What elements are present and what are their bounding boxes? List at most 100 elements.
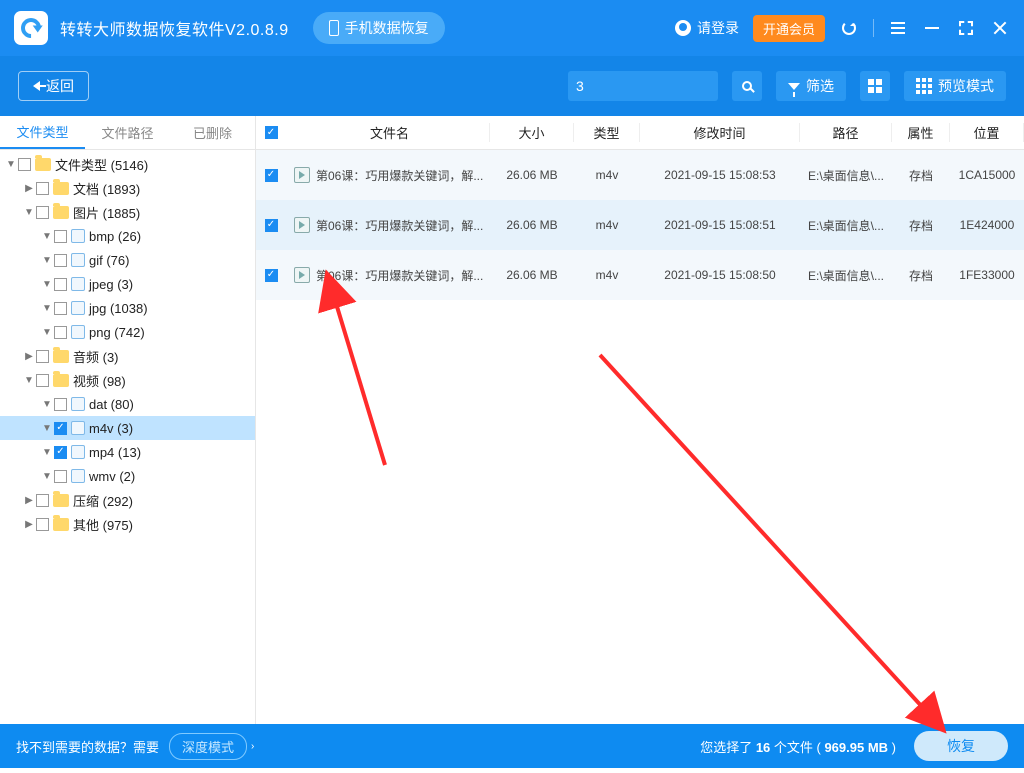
layout-toggle-button[interactable] bbox=[860, 71, 890, 101]
refresh-icon[interactable] bbox=[839, 18, 859, 38]
login-button[interactable]: 请登录 bbox=[675, 18, 739, 38]
tree-node-m4v[interactable]: ▼m4v (3) bbox=[0, 416, 255, 440]
filetype-icon bbox=[71, 301, 85, 315]
chevron-right-icon: › bbox=[251, 741, 254, 752]
phone-icon bbox=[329, 20, 339, 36]
tree-checkbox[interactable] bbox=[36, 206, 49, 219]
select-all-checkbox[interactable] bbox=[265, 126, 278, 139]
tree-node-jpeg[interactable]: ▼jpeg (3) bbox=[0, 272, 255, 296]
cell-pos: 1E424000 bbox=[950, 218, 1024, 232]
maximize-icon[interactable] bbox=[956, 18, 976, 38]
login-label: 请登录 bbox=[697, 18, 739, 38]
table-header: 文件名 大小 类型 修改时间 路径 属性 位置 bbox=[256, 116, 1024, 150]
preview-mode-button[interactable]: 预览模式 bbox=[904, 71, 1006, 101]
row-checkbox[interactable] bbox=[265, 219, 278, 232]
filetype-icon bbox=[71, 277, 85, 291]
filetype-icon bbox=[71, 469, 85, 483]
search-button[interactable] bbox=[732, 71, 762, 101]
tree-checkbox[interactable] bbox=[54, 398, 67, 411]
table-row[interactable]: 第06课：巧用爆款关键词，解...26.06 MBm4v2021-09-15 1… bbox=[256, 250, 1024, 300]
col-type[interactable]: 类型 bbox=[574, 123, 640, 142]
tree-node-png[interactable]: ▼png (742) bbox=[0, 320, 255, 344]
tree-checkbox[interactable] bbox=[36, 374, 49, 387]
folder-icon bbox=[53, 182, 69, 195]
recover-button[interactable]: 恢复 bbox=[914, 731, 1008, 761]
phone-recovery-button[interactable]: 手机数据恢复 bbox=[313, 12, 445, 44]
tree-node-dat[interactable]: ▼dat (80) bbox=[0, 392, 255, 416]
tree-checkbox[interactable] bbox=[36, 182, 49, 195]
tree-checkbox[interactable] bbox=[54, 230, 67, 243]
tree-node-other[interactable]: ▶其他 (975) bbox=[0, 512, 255, 536]
table-row[interactable]: 第06课：巧用爆款关键词，解...26.06 MBm4v2021-09-15 1… bbox=[256, 150, 1024, 200]
tree-node-archive[interactable]: ▶压缩 (292) bbox=[0, 488, 255, 512]
row-checkbox[interactable] bbox=[265, 269, 278, 282]
tree-label: jpg (1038) bbox=[89, 301, 148, 316]
col-attr[interactable]: 属性 bbox=[892, 123, 950, 142]
tree-node-bmp[interactable]: ▼bmp (26) bbox=[0, 224, 255, 248]
col-mtime[interactable]: 修改时间 bbox=[640, 123, 800, 142]
tree-checkbox[interactable] bbox=[54, 278, 67, 291]
tree-node-gif[interactable]: ▼gif (76) bbox=[0, 248, 255, 272]
tree-node-mp4[interactable]: ▼mp4 (13) bbox=[0, 440, 255, 464]
tree-checkbox[interactable] bbox=[54, 326, 67, 339]
close-icon[interactable] bbox=[990, 18, 1010, 38]
tree-checkbox[interactable] bbox=[54, 254, 67, 267]
tab-file-path[interactable]: 文件路径 bbox=[85, 116, 170, 149]
tree-checkbox[interactable] bbox=[54, 302, 67, 315]
search-box[interactable] bbox=[568, 71, 718, 101]
folder-icon bbox=[53, 494, 69, 507]
tree-label: 音频 (3) bbox=[73, 347, 119, 366]
tree-checkbox[interactable] bbox=[54, 470, 67, 483]
search-icon bbox=[742, 81, 752, 91]
separator bbox=[873, 19, 874, 37]
cell-pos: 1CA15000 bbox=[950, 168, 1024, 182]
cell-path: E:\桌面信息\... bbox=[800, 167, 892, 184]
cell-size: 26.06 MB bbox=[490, 218, 574, 232]
tab-deleted[interactable]: 已删除 bbox=[170, 116, 255, 149]
minimize-icon[interactable] bbox=[922, 18, 942, 38]
tree-checkbox[interactable] bbox=[36, 350, 49, 363]
tree-node-root[interactable]: ▼文件类型 (5146) bbox=[0, 152, 255, 176]
cell-type: m4v bbox=[574, 168, 640, 182]
tree-checkbox[interactable] bbox=[54, 446, 67, 459]
vip-button[interactable]: 开通会员 bbox=[753, 15, 825, 42]
col-size[interactable]: 大小 bbox=[490, 123, 574, 142]
tree-node-audio[interactable]: ▶音频 (3) bbox=[0, 344, 255, 368]
titlebar: 转转大师数据恢复软件V2.0.8.9 手机数据恢复 请登录 开通会员 bbox=[0, 0, 1024, 56]
cell-path: E:\桌面信息\... bbox=[800, 267, 892, 284]
col-name[interactable]: 文件名 bbox=[290, 123, 490, 142]
tree-node-docs[interactable]: ▶文档 (1893) bbox=[0, 176, 255, 200]
sidebar: 文件类型 文件路径 已删除 ▼文件类型 (5146)▶文档 (1893)▼图片 … bbox=[0, 116, 256, 724]
cell-type: m4v bbox=[574, 218, 640, 232]
filter-button[interactable]: 筛选 bbox=[776, 71, 846, 101]
tree-checkbox[interactable] bbox=[36, 494, 49, 507]
tree-label: 其他 (975) bbox=[73, 515, 133, 534]
tree-checkbox[interactable] bbox=[54, 422, 67, 435]
search-input[interactable] bbox=[576, 78, 757, 94]
deep-scan-button[interactable]: 深度模式 bbox=[169, 733, 247, 760]
toolbar: 返回 筛选 预览模式 bbox=[0, 56, 1024, 116]
tree-node-images[interactable]: ▼图片 (1885) bbox=[0, 200, 255, 224]
folder-icon bbox=[53, 206, 69, 219]
back-button[interactable]: 返回 bbox=[18, 71, 89, 101]
col-path[interactable]: 路径 bbox=[800, 123, 892, 142]
table-row[interactable]: 第06课：巧用爆款关键词，解...26.06 MBm4v2021-09-15 1… bbox=[256, 200, 1024, 250]
cell-mtime: 2021-09-15 15:08:51 bbox=[640, 218, 800, 232]
folder-icon bbox=[35, 158, 51, 171]
grid-icon bbox=[916, 78, 932, 94]
tree-node-wmv[interactable]: ▼wmv (2) bbox=[0, 464, 255, 488]
tree-checkbox[interactable] bbox=[18, 158, 31, 171]
table-body: 第06课：巧用爆款关键词，解...26.06 MBm4v2021-09-15 1… bbox=[256, 150, 1024, 724]
tree-node-jpg[interactable]: ▼jpg (1038) bbox=[0, 296, 255, 320]
row-checkbox[interactable] bbox=[265, 169, 278, 182]
tree-node-video[interactable]: ▼视频 (98) bbox=[0, 368, 255, 392]
file-type-tree[interactable]: ▼文件类型 (5146)▶文档 (1893)▼图片 (1885)▼bmp (26… bbox=[0, 150, 255, 724]
app-logo bbox=[14, 11, 48, 45]
footer-hint: 找不到需要的数据？需要 bbox=[16, 737, 159, 756]
col-pos[interactable]: 位置 bbox=[950, 123, 1024, 142]
tab-file-type[interactable]: 文件类型 bbox=[0, 116, 85, 149]
filetype-icon bbox=[71, 229, 85, 243]
menu-icon[interactable] bbox=[888, 18, 908, 38]
tree-label: png (742) bbox=[89, 325, 145, 340]
tree-checkbox[interactable] bbox=[36, 518, 49, 531]
